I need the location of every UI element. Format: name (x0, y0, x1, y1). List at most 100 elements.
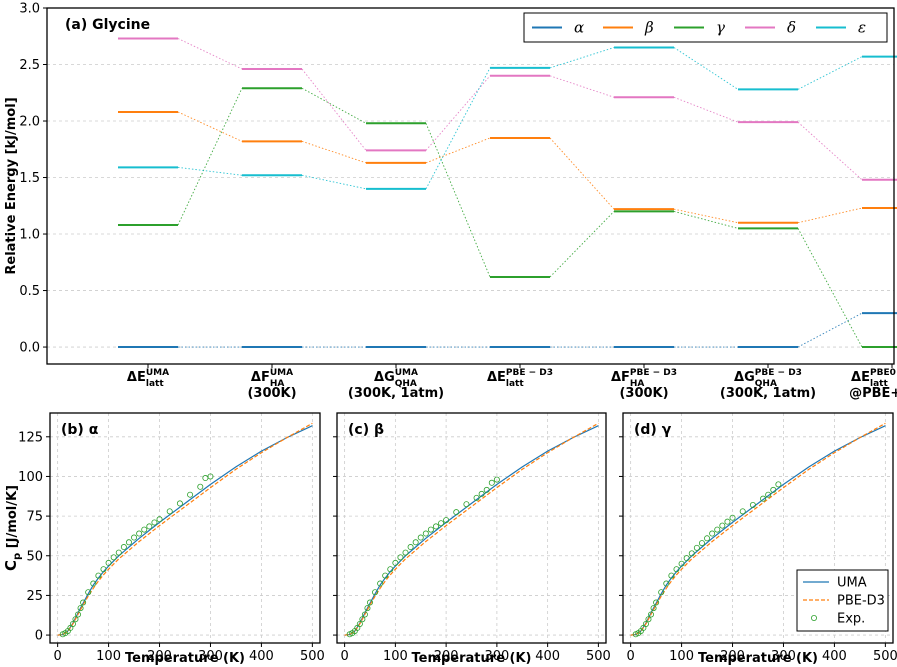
panel-title-c: (c) β (348, 422, 384, 438)
category-sup: PBE − D3 (506, 368, 553, 378)
xtick-label-d: 500 (873, 649, 897, 664)
ytick-label-b: 25 (26, 589, 43, 604)
ytick-label-b: 75 (26, 510, 43, 525)
category-symbol: ΔEPBE − D3 latt (487, 368, 553, 389)
category-base: ΔG (374, 370, 395, 385)
x-axis-label-d: Temperature (K) (698, 651, 818, 666)
ytick-label-a: 1.5 (19, 171, 40, 186)
panel-title-d: (d) γ (634, 422, 672, 438)
connector-ε (177, 166, 243, 176)
category-line: (300K) (619, 386, 668, 401)
y-axis-label-a: Relative Energy [kJ/mol] (4, 97, 19, 274)
exp-point-b (176, 500, 183, 507)
ytick-label-a: 1.0 (19, 228, 40, 243)
category-line: @PBE+MBD (849, 386, 897, 401)
xtick-label-b: 100 (96, 649, 121, 664)
exp-point-d (683, 555, 690, 562)
connector-γ (673, 210, 739, 229)
category-sup: UMA (146, 368, 169, 378)
exp-point-c (417, 534, 424, 541)
exp-point-c (453, 509, 460, 516)
exp-point-c (438, 520, 445, 527)
exp-point-d (739, 508, 746, 515)
connector-β (425, 137, 491, 164)
x-axis-label-b: Temperature (K) (125, 651, 245, 666)
exp-point-d (719, 522, 726, 529)
category-label: ΔEUMA latt (127, 368, 169, 389)
exp-point-c (397, 554, 404, 561)
ytick-label-b: 0 (35, 629, 43, 644)
xtick-label-c: 100 (383, 649, 408, 664)
ytick-label-a: 2.0 (19, 115, 40, 130)
ytick-label-a: 2.5 (19, 58, 40, 73)
legend-label-ε: ε (858, 19, 866, 37)
category-base: ΔG (734, 370, 755, 385)
exp-point-b (146, 523, 153, 530)
xtick-label-c: 400 (535, 649, 560, 664)
exp-point-b (151, 519, 158, 526)
exp-point-b (120, 544, 127, 551)
category-sup: PBE − D3 (630, 368, 677, 378)
xtick-label-b: 400 (249, 649, 274, 664)
xtick-label-d: 100 (669, 649, 694, 664)
exp-point-b (202, 475, 209, 482)
axes-frame-b (49, 412, 321, 644)
exp-point-c (402, 549, 409, 556)
xtick-label-c: 0 (340, 649, 348, 664)
exp-point-d (775, 481, 782, 488)
figure: 0.00.51.01.52.02.53.0ΔEUMA latt ΔFUMA HA(30… (2, 2, 897, 667)
xtick-label-c: 500 (586, 649, 611, 664)
exp-point-d (714, 526, 721, 533)
ytick-label-a: 0.0 (19, 341, 40, 356)
connector-γ (797, 228, 863, 348)
ylabel-sub: p (12, 553, 23, 560)
exp-point-d (693, 544, 700, 551)
exp-point-d (709, 530, 716, 537)
plot-layer (57, 37, 897, 638)
exp-point-b (197, 483, 204, 490)
legend-label-γ: γ (716, 19, 725, 37)
grid-layer (47, 7, 894, 643)
connector-γ (425, 123, 491, 278)
axes-frame-c (336, 412, 607, 644)
exp-point-c (412, 539, 419, 546)
connector-ε (425, 67, 491, 190)
exp-point-d (724, 518, 731, 525)
legend-label-uma: UMA (837, 576, 867, 591)
connector-β (673, 208, 739, 224)
exp-point-b (131, 534, 138, 541)
exp-point-c (427, 526, 434, 533)
connector-β (549, 137, 615, 210)
axes-layer (43, 7, 895, 647)
ytick-label-b: 125 (18, 430, 43, 445)
exp-point-b (141, 526, 148, 533)
panel-title-b: (b) α (61, 422, 99, 438)
legend-label-β: β (644, 19, 654, 37)
category-line: (300K) (247, 386, 296, 401)
connector-γ (549, 211, 615, 278)
exp-point-c (463, 501, 470, 508)
exp-point-c (488, 479, 495, 486)
legend-label-α: α (574, 19, 584, 37)
exp-point-b (187, 491, 194, 498)
category-symbol: ΔEUMA latt (127, 368, 169, 389)
ytick-label-a: 0.5 (19, 284, 40, 299)
category-sup: PBE − D3 (755, 368, 802, 378)
category-base: ΔE (487, 370, 506, 385)
ylabel-unit: [J/mol/K] (5, 485, 20, 553)
xtick-label-d: 0 (627, 649, 635, 664)
connector-ε (673, 47, 739, 90)
series-line-uma-c (344, 425, 599, 636)
axes-frame-a (46, 7, 895, 365)
category-sup: UMA (270, 368, 293, 378)
connector-β (301, 140, 367, 164)
series-line-pbe-d3-c (344, 422, 599, 636)
connector-δ (301, 68, 367, 151)
y-axis-label-b: Cp [J/mol/K] (2, 485, 23, 571)
series-line-pbe-d3-b (57, 422, 313, 636)
connector-γ (301, 87, 367, 124)
category-sub: latt (506, 379, 524, 389)
legend-label-δ: δ (787, 19, 796, 37)
xtick-label-b: 0 (54, 649, 62, 664)
text-layer: 0.00.51.01.52.02.53.0ΔEUMA latt ΔFUMA HA(30… (2, 2, 897, 667)
